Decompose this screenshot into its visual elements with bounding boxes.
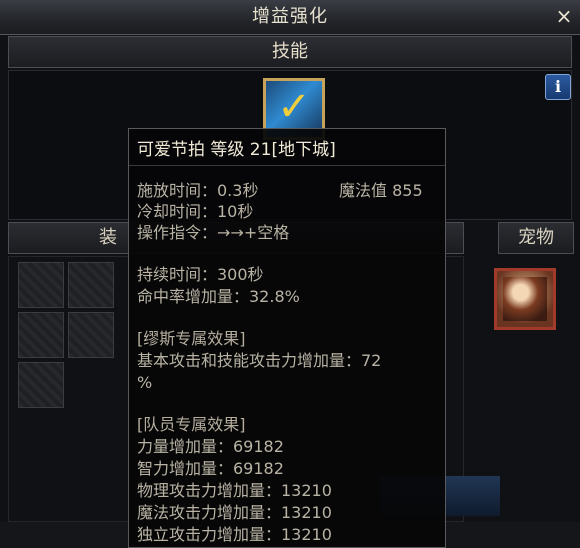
independent-attack-increase: 独立攻击力增加量：13210 xyxy=(137,525,332,544)
equipment-slot[interactable] xyxy=(18,262,64,308)
skill-section-title: 技能 xyxy=(272,41,308,62)
info-button[interactable]: i xyxy=(545,74,571,100)
muse-effect: 基本攻击和技能攻击力增加量：72 xyxy=(137,351,382,370)
mp-cost: 魔法值 855 xyxy=(339,181,423,200)
pet-header-label: 宠物 xyxy=(518,227,554,248)
title-bar[interactable]: 增益强化 × xyxy=(0,0,580,35)
party-section-title: [队员专属效果] xyxy=(137,415,246,434)
int-increase: 智力增加量：69182 xyxy=(137,459,284,478)
equipment-header-label: 装 xyxy=(99,227,117,248)
cooldown: 冷却时间：10秒 xyxy=(137,202,254,221)
equipment-slot[interactable] xyxy=(18,312,64,358)
skill-tooltip: 可爱节拍 等级 21[地下城] 施放时间：0.3秒 魔法值 855 冷却时间：1… xyxy=(128,128,446,548)
command: 操作指令：→→+空格 xyxy=(137,223,290,242)
duration: 持续时间：300秒 xyxy=(137,265,264,284)
cast-time: 施放时间：0.3秒 xyxy=(137,181,259,200)
pet-slot[interactable] xyxy=(494,268,556,330)
close-button[interactable]: × xyxy=(552,5,576,29)
pet-header: 宠物 xyxy=(498,222,574,254)
equipment-slot[interactable] xyxy=(18,362,64,408)
magic-attack-increase: 魔法攻击力增加量：13210 xyxy=(137,503,332,522)
equipment-slot[interactable] xyxy=(68,262,114,308)
equipment-slot[interactable] xyxy=(68,312,114,358)
window-title: 增益强化 xyxy=(252,6,328,27)
skill-name-level: 可爱节拍 等级 21[地下城] xyxy=(137,140,336,160)
info-icon: i xyxy=(554,77,562,96)
skill-section-header: 技能 xyxy=(8,36,572,68)
hit-rate: 命中率增加量：32.8% xyxy=(137,287,300,306)
pet-portrait xyxy=(503,277,547,321)
muse-section-title: [缪斯专属效果] xyxy=(137,329,246,348)
physical-attack-increase: 物理攻击力增加量：13210 xyxy=(137,481,332,500)
muse-effect-cont: % xyxy=(137,373,153,392)
str-increase: 力量增加量：69182 xyxy=(137,437,284,456)
tooltip-header: 可爱节拍 等级 21[地下城] xyxy=(129,129,445,166)
